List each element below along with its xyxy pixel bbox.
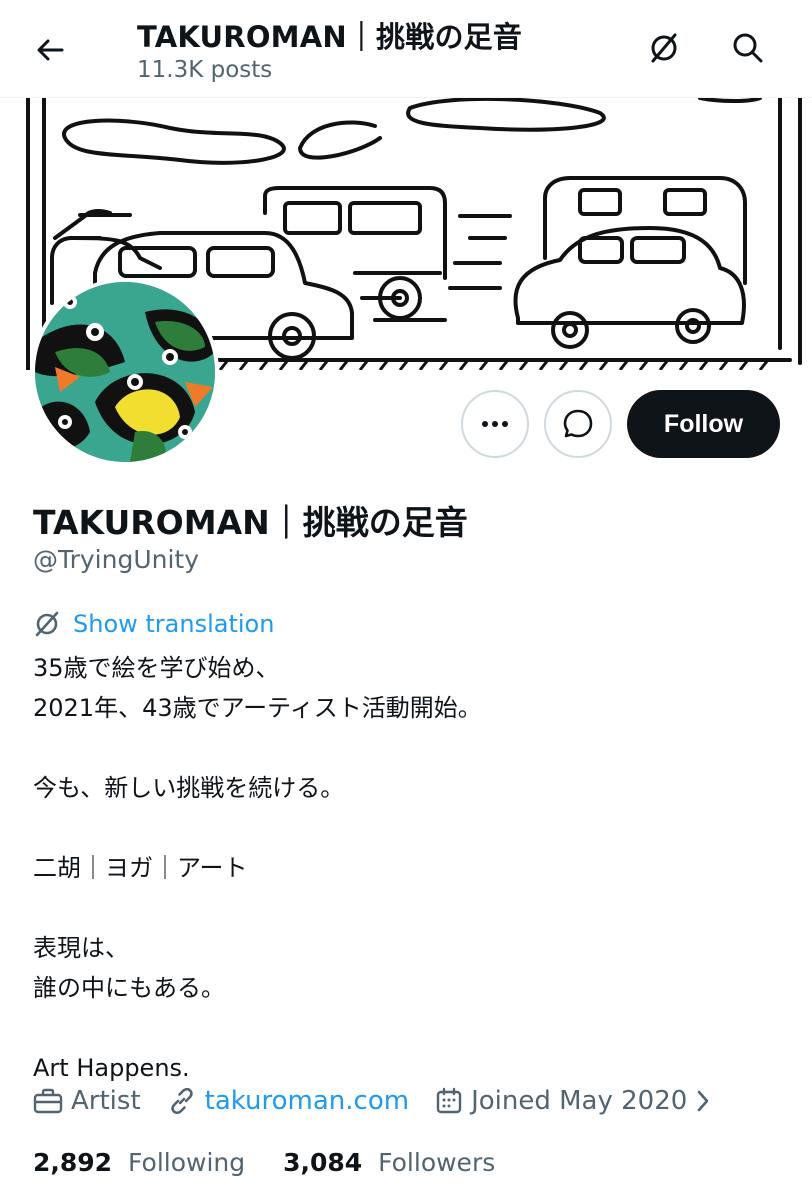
bio-line: 表現は、 [33,934,129,962]
bio-line: 今も、新しい挑戦を続ける。 [33,774,345,802]
followers-label: Followers [378,1148,496,1177]
bio-line: 35歳で絵を学び始め、 [33,654,280,682]
bio: 35歳で絵を学び始め、 2021年、43歳でアーティスト活動開始。 今も、新しい… [33,648,773,1088]
show-translation-link[interactable]: Show translation [33,610,274,638]
more-icon [482,421,508,427]
bio-line: 二胡｜ヨガ｜アート [33,854,248,882]
more-button[interactable] [461,390,529,458]
profile-page: TAKUROMAN｜挑戦の足音 11.3K posts Follow TAKUR… [0,0,812,1200]
link-icon [170,1087,193,1115]
following-label: Following [128,1148,246,1177]
show-translation-label: Show translation [73,610,275,638]
follow-stats: 2,892 Following 3,084 Followers [33,1148,533,1177]
translate-icon [35,611,59,637]
back-button[interactable] [26,26,74,74]
display-name: TAKUROMAN｜挑戦の足音 [33,503,468,542]
category: Artist [33,1086,141,1116]
briefcase-icon [33,1088,63,1114]
following-stat[interactable]: 2,892 Following [33,1148,245,1177]
joined-date[interactable]: Joined May 2020 [435,1086,711,1116]
following-count: 2,892 [33,1148,113,1177]
followers-stat[interactable]: 3,084 Followers [283,1148,495,1177]
bio-line: 2021年、43歳でアーティスト活動開始。 [33,694,482,722]
bio-line [33,728,773,768]
bio-line [33,808,773,848]
search-button[interactable] [722,22,774,74]
bio-line: Art Happens. [33,1054,190,1082]
website-link[interactable]: takuroman.com [205,1086,409,1116]
followers-count: 3,084 [283,1148,363,1177]
search-icon [733,33,763,63]
chevron-right-icon [697,1090,709,1112]
header-title: TAKUROMAN｜挑戦の足音 [137,20,523,54]
calendar-icon [436,1087,462,1114]
bio-line: 誰の中にもある。 [33,974,225,1002]
avatar-artwork [35,282,215,462]
back-arrow-icon [37,39,64,61]
joined-label: Joined May 2020 [471,1086,688,1116]
translate-icon [651,33,677,63]
bio-line [33,888,773,928]
follow-button[interactable]: Follow [627,390,780,458]
header-post-count: 11.3K posts [137,57,273,83]
message-button[interactable] [544,390,612,458]
handle: @TryingUnity [33,545,200,574]
top-bar: TAKUROMAN｜挑戦の足音 11.3K posts [0,0,812,98]
website[interactable]: takuroman.com [167,1086,409,1116]
profile-meta: Artist takuroman.com Joined May 2020 [33,1086,737,1116]
translate-button[interactable] [638,22,690,74]
bio-line [33,1008,773,1048]
category-label: Artist [71,1086,141,1116]
avatar[interactable] [31,278,219,466]
message-icon [563,409,593,438]
